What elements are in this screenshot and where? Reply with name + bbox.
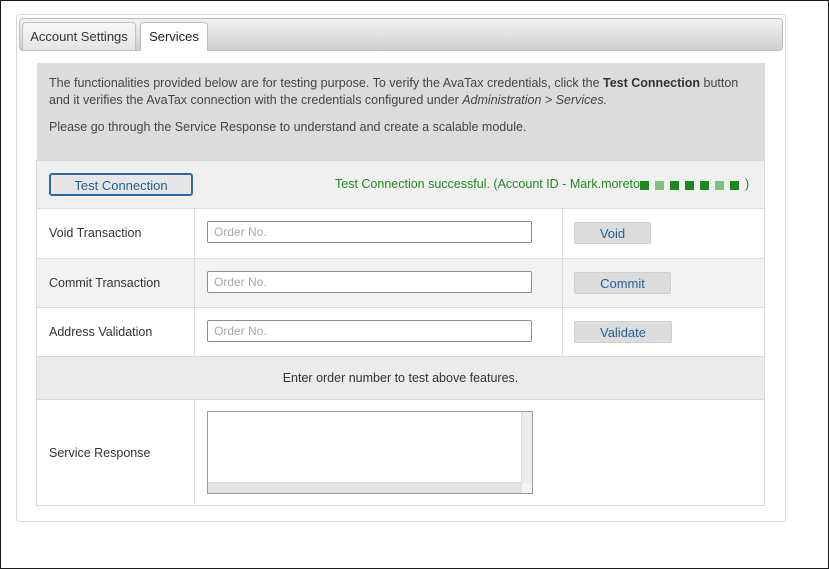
connection-status: Test Connection successful. (Account ID … <box>335 177 750 193</box>
address-validation-label: Address Validation <box>49 325 153 339</box>
void-order-input[interactable] <box>207 221 532 243</box>
info-paragraph-1: The functionalities provided below are f… <box>49 76 739 107</box>
test-connection-button[interactable]: Test Connection <box>49 173 193 196</box>
table-row: Commit Transaction Commit <box>37 259 764 308</box>
info-banner: The functionalities provided below are f… <box>37 63 765 160</box>
table-row: Address Validation Validate <box>37 308 764 357</box>
validate-order-input[interactable] <box>207 320 532 342</box>
void-button[interactable]: Void <box>574 222 651 244</box>
commit-order-input[interactable] <box>207 271 532 293</box>
commit-button[interactable]: Commit <box>574 272 671 294</box>
redacted-account-id <box>639 179 745 193</box>
test-connection-row: Test Connection Test Connection successf… <box>37 161 764 209</box>
service-response-textarea[interactable] <box>207 411 533 494</box>
info-italic-path: Administration > Services. <box>462 92 608 107</box>
service-response-label: Service Response <box>49 446 151 460</box>
info-paragraph-2: Please go through the Service Response t… <box>49 120 527 134</box>
hint-text: Enter order number to test above feature… <box>282 371 519 385</box>
tab-services[interactable]: Services <box>140 22 208 51</box>
validate-button[interactable]: Validate <box>574 321 672 343</box>
table-row: Void Transaction Void <box>37 209 764 259</box>
tab-account-settings[interactable]: Account Settings <box>22 22 136 50</box>
horizontal-scrollbar[interactable] <box>208 482 522 493</box>
service-response-row: Service Response <box>37 400 764 505</box>
vertical-scrollbar[interactable] <box>521 412 532 483</box>
services-table: Test Connection Test Connection successf… <box>36 160 765 506</box>
scrollbar-corner <box>522 483 532 493</box>
void-transaction-label: Void Transaction <box>49 226 142 240</box>
info-bold-test-connection: Test Connection <box>603 76 701 90</box>
commit-transaction-label: Commit Transaction <box>49 276 161 290</box>
hint-row: Enter order number to test above feature… <box>37 357 764 400</box>
